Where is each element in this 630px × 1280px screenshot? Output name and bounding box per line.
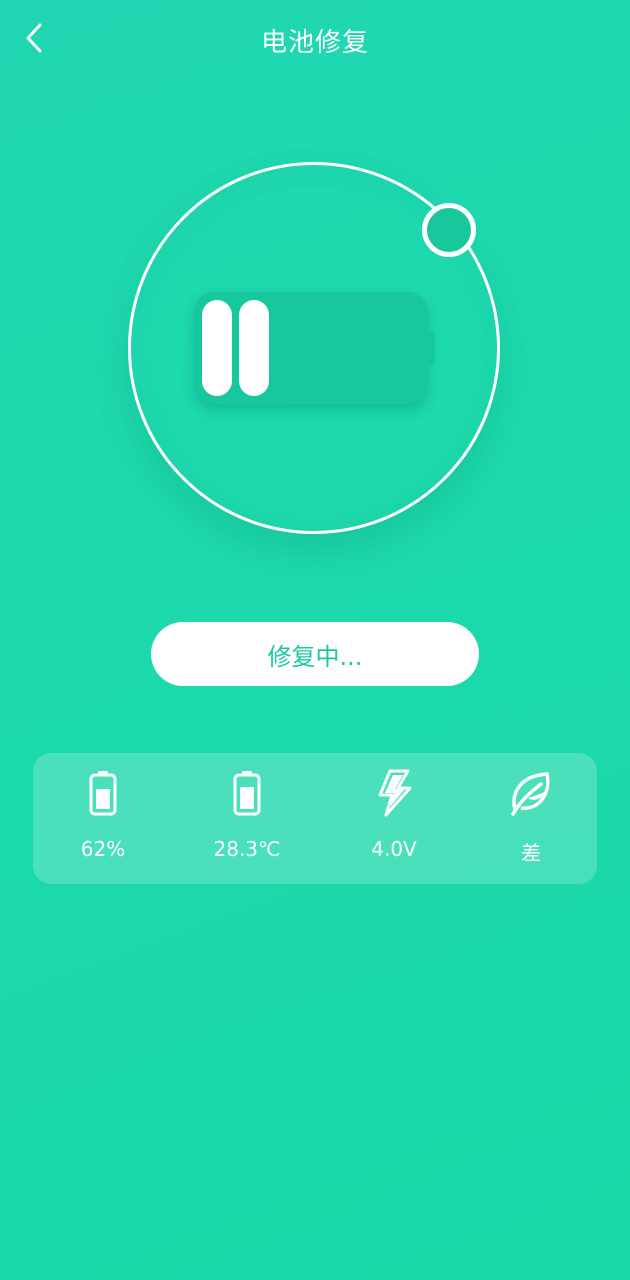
stat-battery-voltage: 4.0V (324, 753, 464, 884)
stat-battery-health: 差 (461, 753, 601, 884)
battery-tip (426, 330, 435, 366)
battery-health-value: 差 (521, 841, 541, 865)
battery-level-icon (79, 769, 127, 817)
stat-battery-temperature: 28.3℃ (177, 753, 317, 884)
battery-stats-panel: 62% 28.3℃ 4.0V 差 (33, 753, 597, 884)
progress-indicator-dot (422, 203, 476, 257)
battery-temperature-value: 28.3℃ (213, 837, 281, 861)
battery-paused-icon (194, 292, 428, 404)
page-title: 电池修复 (260, 28, 369, 58)
top-bar: 电池修复 (0, 0, 630, 80)
stat-battery-level: 62% (33, 753, 173, 884)
lightning-bolt-icon (370, 769, 418, 817)
battery-temperature-icon (223, 769, 271, 817)
leaf-icon (507, 769, 555, 817)
battery-voltage-value: 4.0V (371, 837, 417, 861)
battery-level-value: 62% (80, 837, 126, 861)
battery-cell (239, 300, 269, 396)
repair-status-button[interactable]: 修复中... (151, 622, 479, 686)
battery-cell (202, 300, 232, 396)
